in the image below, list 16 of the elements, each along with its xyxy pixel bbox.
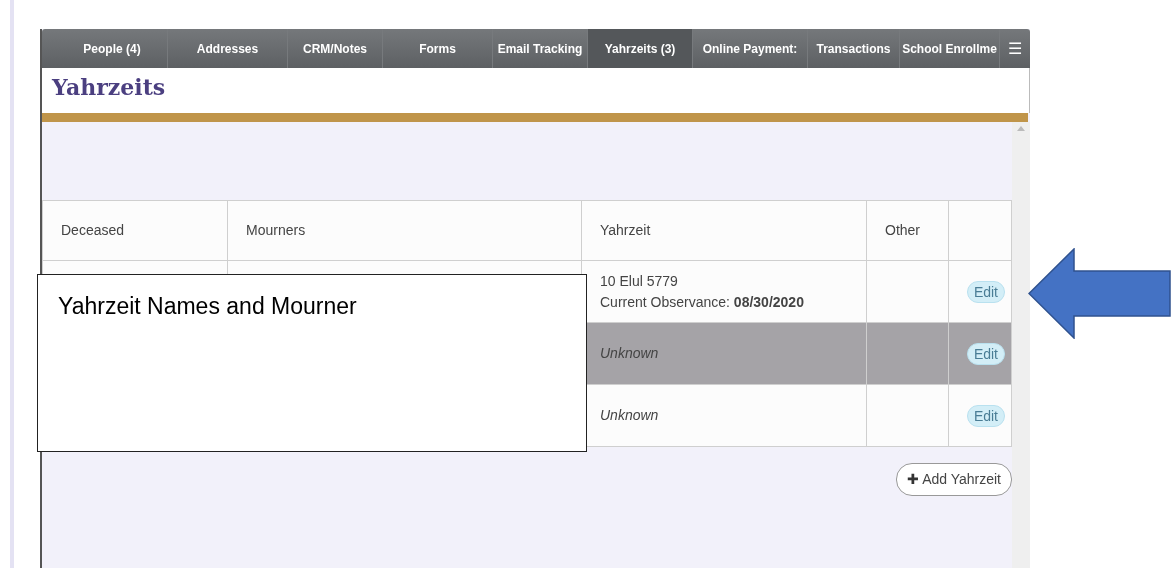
column-header: Other <box>885 222 920 238</box>
tab[interactable]: Yahrzeits (3) <box>588 29 693 68</box>
column-header: Deceased <box>61 222 125 238</box>
yahrzeit-date: 10 Elul 5779 <box>600 271 679 291</box>
callout-text: Yahrzeit Names and Mourner <box>37 274 587 452</box>
edit-button[interactable]: Edit <box>966 404 1005 427</box>
column-header: Mourners <box>246 222 306 238</box>
page-title: Yahrzeits <box>52 74 167 101</box>
scroll-up-icon[interactable] <box>1017 126 1025 131</box>
yahrzeit-date: Unknown <box>600 406 660 425</box>
current-observance: Current Observance: 08/30/2020 <box>600 292 805 312</box>
edit-button[interactable]: Edit <box>966 280 1005 303</box>
yahrzeit-date: Unknown <box>600 344 660 363</box>
column-header: Yahrzeit <box>600 222 651 238</box>
edit-button[interactable]: Edit <box>966 342 1005 365</box>
add-yahrzeit-button[interactable]: ✚ Add Yahrzeit <box>896 463 1012 496</box>
